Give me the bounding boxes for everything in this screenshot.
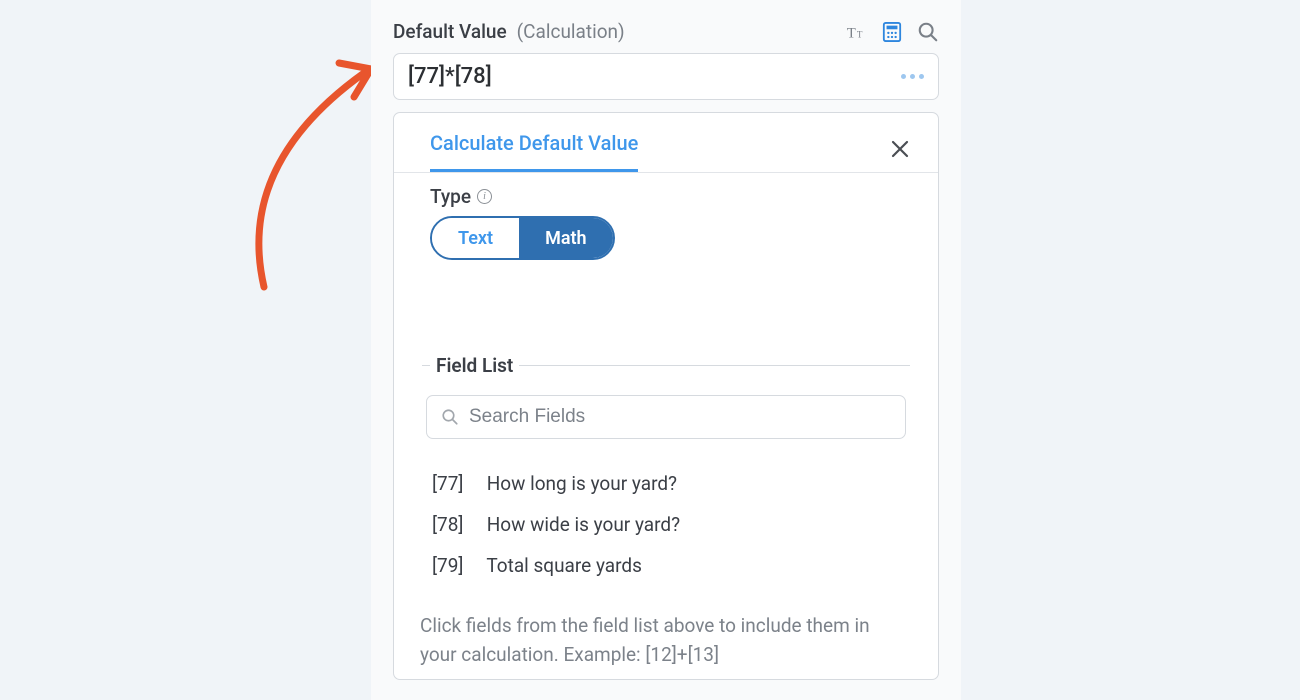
field-label: How wide is your yard?: [487, 513, 680, 536]
close-icon[interactable]: [888, 137, 912, 161]
field-items: [77] How long is your yard? [78] How wid…: [394, 459, 938, 596]
field-list-section: Field List [77] How long is your yard? […: [394, 354, 938, 679]
field-list-heading: Field List: [430, 354, 519, 377]
header-label: Default Value: [393, 20, 507, 43]
default-value-panel: Default Value (Calculation) T T: [371, 0, 961, 700]
help-text: Click fields from the field list above t…: [394, 596, 938, 679]
field-label: Total square yards: [486, 554, 642, 577]
calculate-card: Calculate Default Value Type i Text Math: [393, 112, 939, 680]
toggle-text[interactable]: Text: [432, 218, 519, 258]
formula-input[interactable]: [77]*[78]: [393, 53, 939, 100]
type-label: Type: [430, 185, 471, 208]
search-fields-box[interactable]: [426, 395, 906, 439]
header-sublabel: (Calculation): [517, 20, 625, 43]
svg-text:T: T: [857, 29, 863, 39]
toggle-math[interactable]: Math: [519, 218, 613, 258]
search-icon[interactable]: [917, 21, 939, 43]
field-item[interactable]: [77] How long is your yard?: [432, 463, 900, 504]
field-id: [79]: [432, 554, 482, 577]
field-label: How long is your yard?: [487, 472, 677, 495]
text-format-icon[interactable]: T T: [845, 21, 867, 43]
more-options-icon[interactable]: [901, 74, 924, 79]
type-toggle: Text Math: [430, 216, 615, 260]
field-item[interactable]: [79] Total square yards: [432, 545, 900, 586]
svg-text:T: T: [847, 25, 856, 41]
info-icon[interactable]: i: [477, 189, 492, 204]
tab-calculate-default-value[interactable]: Calculate Default Value: [430, 131, 638, 172]
search-icon: [441, 408, 459, 426]
calculator-icon[interactable]: [881, 21, 903, 43]
search-fields-input[interactable]: [469, 406, 891, 428]
formula-text: [77]*[78]: [408, 64, 492, 89]
field-id: [78]: [432, 513, 482, 536]
field-item[interactable]: [78] How wide is your yard?: [432, 504, 900, 545]
header-row: Default Value (Calculation) T T: [393, 20, 939, 43]
field-id: [77]: [432, 472, 482, 495]
annotation-arrow: [244, 35, 384, 295]
type-section: Type i Text Math: [394, 173, 938, 282]
